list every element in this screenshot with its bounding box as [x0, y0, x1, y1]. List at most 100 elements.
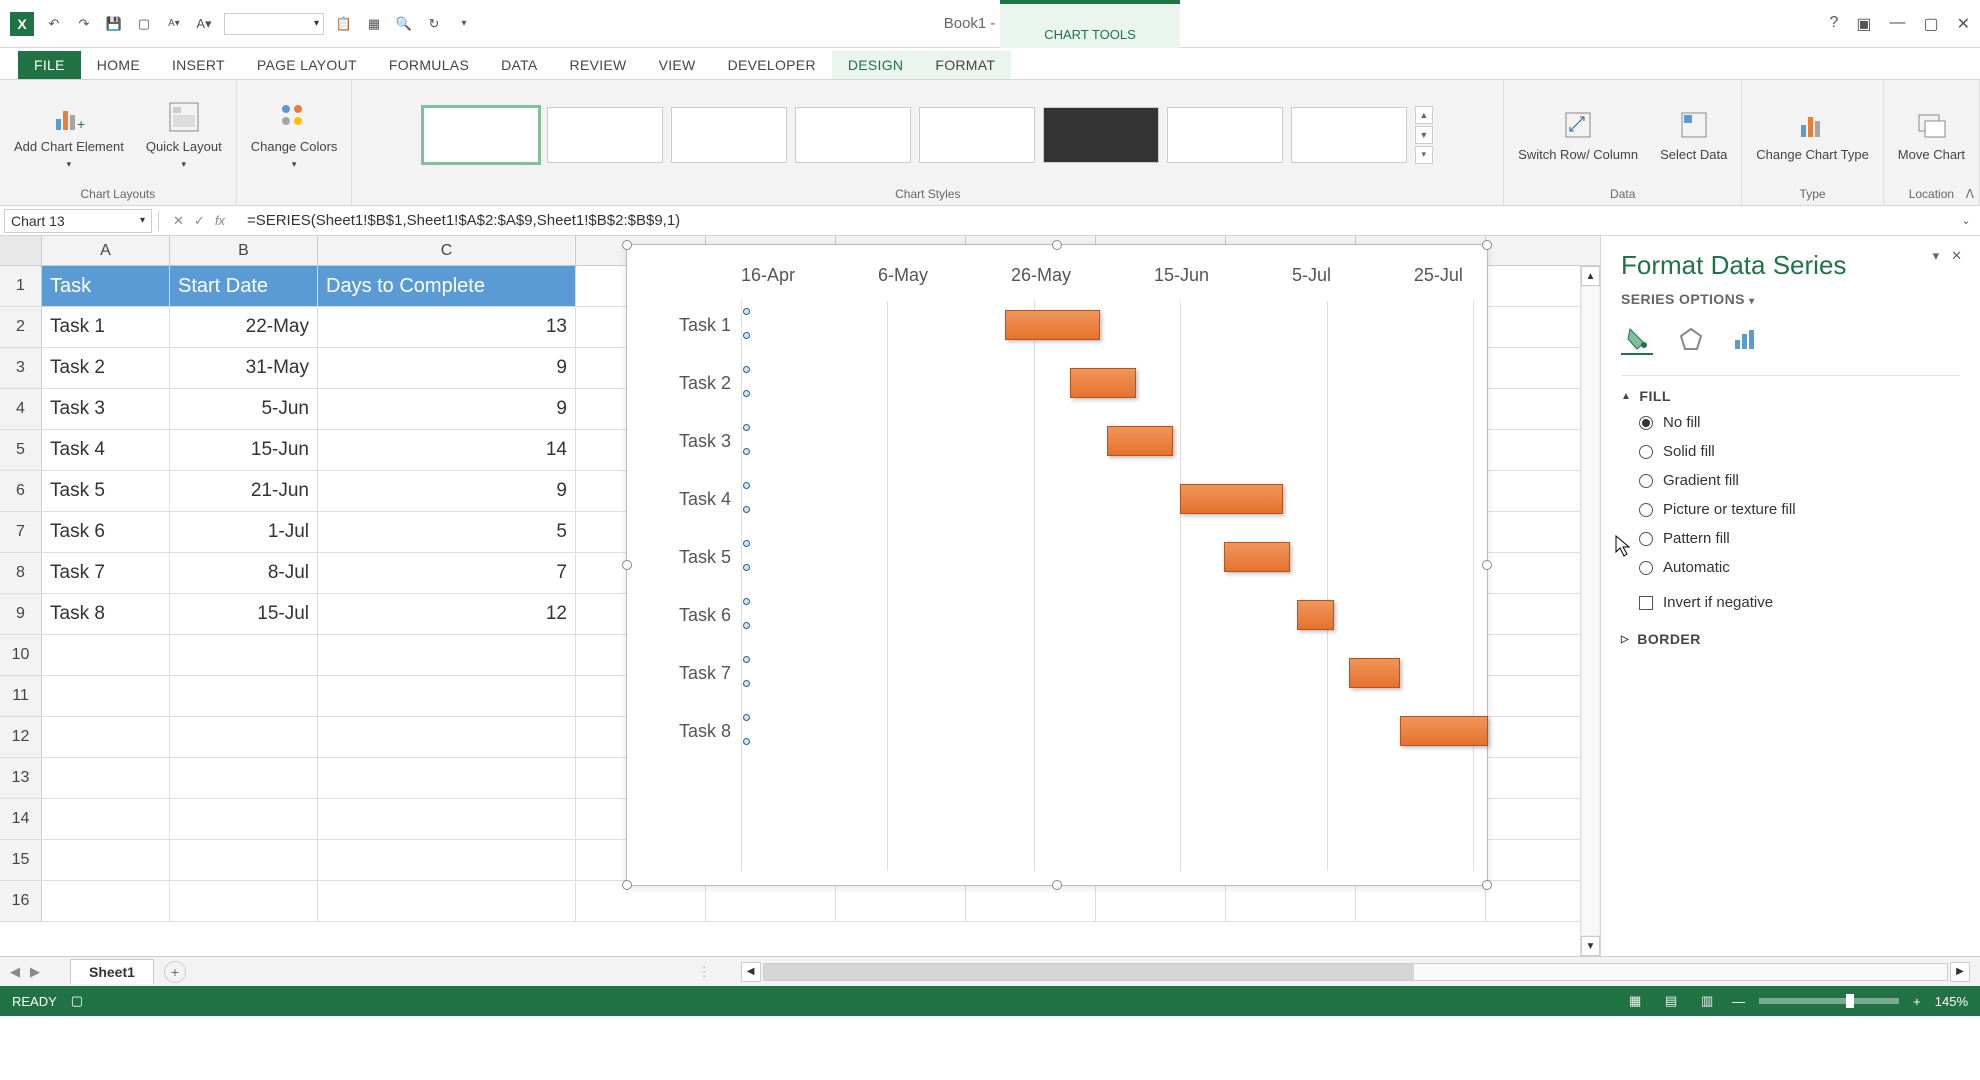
cell[interactable] [318, 717, 576, 757]
row-header[interactable]: 6 [0, 471, 42, 511]
cell[interactable]: 31-May [170, 348, 318, 388]
font-increase-icon[interactable]: A▾ [194, 14, 214, 34]
border-section-toggle[interactable]: ▷ BORDER [1621, 631, 1960, 647]
cell[interactable]: 7 [318, 553, 576, 593]
cell[interactable] [170, 717, 318, 757]
font-decrease-icon[interactable]: A▾ [164, 14, 184, 34]
chart-style-5[interactable] [919, 107, 1035, 163]
quick-layout-button[interactable]: Quick Layout▾ [140, 95, 228, 173]
refresh-icon[interactable]: ↻ [424, 14, 444, 34]
row-header[interactable]: 8 [0, 553, 42, 593]
cell[interactable]: 12 [318, 594, 576, 634]
col-header-B[interactable]: B [170, 236, 318, 265]
cancel-formula-icon[interactable]: ✕ [173, 213, 184, 229]
name-box[interactable]: Chart 13 ▾ [4, 209, 152, 233]
cell[interactable] [42, 717, 170, 757]
cell[interactable] [170, 881, 318, 921]
change-colors-button[interactable]: Change Colors▾ [245, 95, 344, 173]
expand-formula-bar-icon[interactable]: ⌄ [1956, 214, 1976, 227]
cell[interactable] [318, 758, 576, 798]
row-header[interactable]: 10 [0, 635, 42, 675]
cell[interactable]: 22-May [170, 307, 318, 347]
radio-no-fill[interactable]: No fill [1639, 414, 1960, 431]
enter-formula-icon[interactable]: ✓ [194, 213, 205, 229]
chart-resize-handle[interactable] [1052, 880, 1062, 890]
chart-style-4[interactable] [795, 107, 911, 163]
chart-resize-handle[interactable] [1482, 560, 1492, 570]
radio-solid-fill[interactable]: Solid fill [1639, 443, 1960, 460]
paste-icon[interactable]: 📋 [334, 14, 354, 34]
cell[interactable]: Task 4 [42, 430, 170, 470]
col-header-C[interactable]: C [318, 236, 576, 265]
gallery-more-icon[interactable]: ▾ [1415, 146, 1433, 164]
help-icon[interactable]: ? [1829, 14, 1838, 34]
cell[interactable]: 14 [318, 430, 576, 470]
cell[interactable] [42, 758, 170, 798]
cell[interactable] [576, 881, 706, 921]
grid-icon[interactable]: ▦ [364, 14, 384, 34]
tab-format[interactable]: FORMAT [919, 51, 1011, 79]
radio-pattern-fill[interactable]: Pattern fill [1639, 530, 1960, 547]
cell[interactable] [170, 799, 318, 839]
cell[interactable]: Task 6 [42, 512, 170, 552]
chart-x-axis[interactable]: 16-Apr6-May26-May15-Jun5-Jul25-Jul [641, 265, 1473, 296]
cell[interactable]: 9 [318, 348, 576, 388]
tab-view[interactable]: VIEW [643, 51, 712, 79]
chart-style-6[interactable] [1043, 107, 1159, 163]
cell[interactable] [836, 881, 966, 921]
gantt-bar[interactable] [1005, 310, 1100, 340]
vscroll-track[interactable] [1581, 286, 1600, 936]
cell[interactable] [42, 635, 170, 675]
formula-bar[interactable]: =SERIES(Sheet1!$B$1,Sheet1!$A$2:$A$9,She… [239, 212, 1950, 229]
col-header-A[interactable]: A [42, 236, 170, 265]
cell[interactable] [966, 881, 1096, 921]
print-preview-icon[interactable]: ▢ [134, 14, 154, 34]
series-options-dropdown[interactable]: SERIES OPTIONS ▾ [1621, 291, 1960, 307]
switch-row-column-button[interactable]: Switch Row/ Column [1512, 103, 1644, 167]
restore-icon[interactable]: ▢ [1923, 14, 1938, 34]
cell[interactable] [170, 635, 318, 675]
row-header[interactable]: 11 [0, 676, 42, 716]
cell[interactable] [170, 676, 318, 716]
normal-view-icon[interactable]: ▦ [1624, 992, 1646, 1010]
cell[interactable]: Task 3 [42, 389, 170, 429]
gantt-bar[interactable] [1297, 600, 1334, 630]
row-header[interactable]: 4 [0, 389, 42, 429]
undo-icon[interactable]: ↶ [44, 14, 64, 34]
cell[interactable]: Days to Complete [318, 266, 576, 306]
scroll-left-icon[interactable]: ◀ [741, 962, 761, 982]
tab-home[interactable]: HOME [81, 51, 156, 79]
task-pane-options-icon[interactable]: ▾ [1933, 248, 1940, 264]
cell[interactable]: 21-Jun [170, 471, 318, 511]
cell[interactable] [42, 881, 170, 921]
chart-style-2[interactable] [547, 107, 663, 163]
save-icon[interactable]: 💾 [104, 14, 124, 34]
cell[interactable] [318, 676, 576, 716]
row-header[interactable]: 1 [0, 266, 42, 306]
gantt-bar[interactable] [1224, 542, 1290, 572]
cell[interactable] [1226, 881, 1356, 921]
row-header[interactable]: 12 [0, 717, 42, 757]
zoom-slider[interactable] [1759, 998, 1899, 1004]
fill-section-toggle[interactable]: ▲ FILL [1621, 388, 1960, 404]
insert-function-icon[interactable]: fx [215, 213, 225, 228]
add-sheet-button[interactable]: + [164, 961, 186, 983]
row-header[interactable]: 13 [0, 758, 42, 798]
chart-resize-handle[interactable] [1482, 880, 1492, 890]
cell[interactable]: Task 8 [42, 594, 170, 634]
tab-insert[interactable]: INSERT [156, 51, 241, 79]
zoom-icon[interactable]: 🔍 [394, 14, 414, 34]
row-header[interactable]: 7 [0, 512, 42, 552]
select-all-corner[interactable] [0, 236, 42, 265]
cell[interactable] [318, 635, 576, 675]
close-pane-icon[interactable]: ✕ [1951, 248, 1962, 264]
cell[interactable]: 15-Jun [170, 430, 318, 470]
redo-icon[interactable]: ↷ [74, 14, 94, 34]
gantt-bar[interactable] [1070, 368, 1136, 398]
radio-automatic[interactable]: Automatic [1639, 559, 1960, 576]
cell[interactable]: 8-Jul [170, 553, 318, 593]
gantt-bar[interactable] [1400, 716, 1488, 746]
cell[interactable]: Task 5 [42, 471, 170, 511]
cell[interactable] [318, 840, 576, 880]
sheet-nav-prev-icon[interactable]: ◀ [10, 964, 20, 980]
